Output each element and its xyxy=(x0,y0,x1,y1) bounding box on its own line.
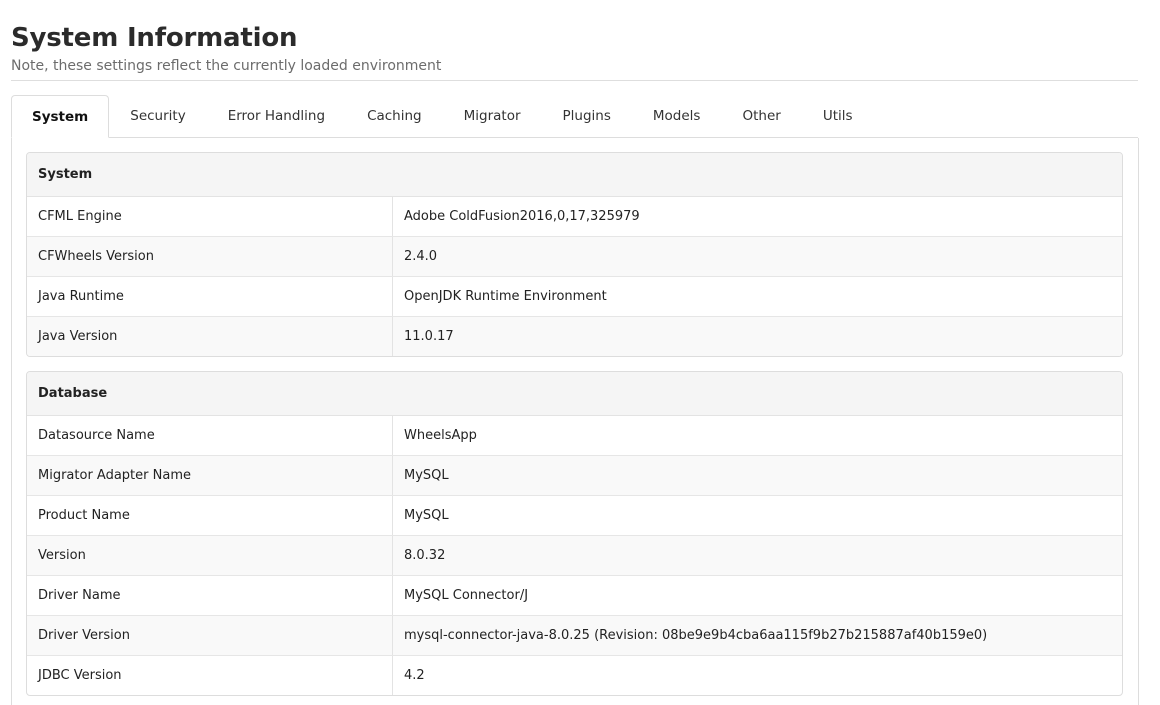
table-row: JDBC Version 4.2 xyxy=(27,656,1122,695)
row-label: JDBC Version xyxy=(27,656,393,695)
row-value: 11.0.17 xyxy=(404,329,454,344)
row-value: mysql-connector-java-8.0.25 (Revision: 0… xyxy=(404,628,988,643)
row-label: Migrator Adapter Name xyxy=(27,456,393,495)
tab-utils[interactable]: Utils xyxy=(802,95,874,137)
row-label: Datasource Name xyxy=(27,416,393,455)
table-row: Migrator Adapter Name MySQL xyxy=(27,456,1122,496)
tab-panel-system: System CFML Engine Adobe ColdFusion2016,… xyxy=(11,138,1139,705)
row-value: 2.4.0 xyxy=(404,249,438,264)
row-value: 8.0.32 xyxy=(404,548,446,563)
table-row: Driver Name MySQL Connector/J xyxy=(27,576,1122,616)
row-value: Adobe ColdFusion2016,0,17,325979 xyxy=(404,209,640,224)
table-row: Datasource Name WheelsApp xyxy=(27,416,1122,456)
page-subtitle: Note, these settings reflect the current… xyxy=(11,58,442,74)
page-title: System Information xyxy=(11,23,298,53)
database-table-heading: Database xyxy=(27,372,1122,416)
row-label: Java Version xyxy=(27,317,393,356)
database-info-table: Database Datasource Name WheelsApp Migra… xyxy=(26,371,1123,696)
tab-security[interactable]: Security xyxy=(109,95,206,137)
system-info-table: System CFML Engine Adobe ColdFusion2016,… xyxy=(26,152,1123,357)
tab-error-handling[interactable]: Error Handling xyxy=(207,95,346,137)
table-row: Java Runtime OpenJDK Runtime Environment xyxy=(27,277,1122,317)
row-label: Driver Name xyxy=(27,576,393,615)
row-label: Version xyxy=(27,536,393,575)
row-label: Product Name xyxy=(27,496,393,535)
tab-other[interactable]: Other xyxy=(721,95,801,137)
row-value: OpenJDK Runtime Environment xyxy=(404,289,607,304)
system-table-heading: System xyxy=(27,153,1122,197)
row-value: WheelsApp xyxy=(404,428,477,443)
row-value: MySQL xyxy=(404,508,449,523)
table-row: Version 8.0.32 xyxy=(27,536,1122,576)
row-value: MySQL Connector/J xyxy=(404,588,529,603)
row-label: Driver Version xyxy=(27,616,393,655)
tab-system[interactable]: System xyxy=(11,95,110,138)
table-row: Product Name MySQL xyxy=(27,496,1122,536)
table-row: Driver Version mysql-connector-java-8.0.… xyxy=(27,616,1122,656)
tab-plugins[interactable]: Plugins xyxy=(542,95,632,137)
row-value: 4.2 xyxy=(404,668,425,683)
row-label: CFWheels Version xyxy=(27,237,393,276)
tab-caching[interactable]: Caching xyxy=(346,95,443,137)
table-row: CFML Engine Adobe ColdFusion2016,0,17,32… xyxy=(27,197,1122,237)
row-value: MySQL xyxy=(404,468,449,483)
tab-models[interactable]: Models xyxy=(632,95,722,137)
table-row: CFWheels Version 2.4.0 xyxy=(27,237,1122,277)
table-row: Java Version 11.0.17 xyxy=(27,317,1122,356)
tab-bar: System Security Error Handling Caching M… xyxy=(11,95,1138,138)
row-label: Java Runtime xyxy=(27,277,393,316)
tab-migrator[interactable]: Migrator xyxy=(443,95,542,137)
row-label: CFML Engine xyxy=(27,197,393,236)
header-divider xyxy=(11,80,1138,81)
system-information-page: System Information Note, these settings … xyxy=(0,0,1160,705)
